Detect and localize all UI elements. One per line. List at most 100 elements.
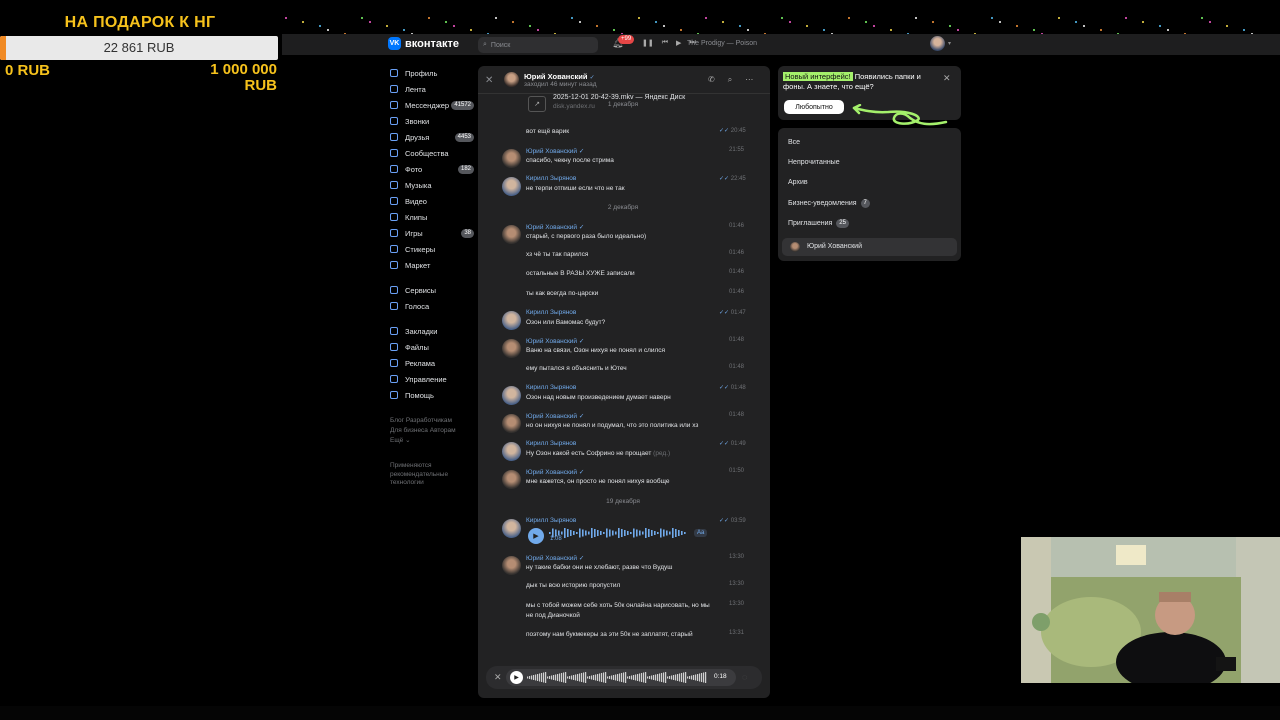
message-time: 01:46 — [729, 289, 744, 295]
footer-link[interactable]: Авторам — [430, 427, 456, 434]
recording-duration: 0:18 — [714, 673, 727, 680]
external-link-icon[interactable]: ↗ — [528, 96, 546, 112]
close-icon[interactable]: ✕ — [485, 75, 493, 86]
curious-button[interactable]: Любопытно — [784, 100, 844, 114]
sidebar-item[interactable]: Файлы — [390, 339, 480, 355]
avatar[interactable] — [502, 386, 521, 405]
avatar[interactable] — [502, 177, 521, 196]
sidebar-item[interactable]: Реклама — [390, 355, 480, 371]
sidebar-item[interactable]: Лента — [390, 81, 480, 97]
message-text: но он нихуя не понял и подумал, что это … — [526, 422, 699, 429]
read-check-icon: ✓✓ — [719, 441, 731, 447]
play-icon[interactable]: ▶ — [510, 671, 523, 684]
feed-icon — [390, 85, 398, 93]
sidebar-item[interactable]: Фото 182 — [390, 161, 480, 177]
time-text: 01:48 — [729, 364, 745, 370]
sidebar-item[interactable]: Стикеры — [390, 241, 480, 257]
sparkle — [915, 17, 917, 19]
sidebar-item-label: Закладки — [405, 326, 438, 336]
footer-link[interactable]: Разработчикам — [406, 417, 452, 424]
message-author[interactable]: Юрий Хованский ✓ — [526, 468, 584, 476]
search-icon[interactable]: ⌕ — [728, 75, 732, 85]
voice-play-button[interactable]: ▶ — [528, 528, 544, 544]
sidebar-item[interactable]: Голоса — [390, 298, 480, 314]
message-author[interactable]: Юрий Хованский ✓ — [526, 223, 584, 231]
message-time: ✓✓ 01:47 — [719, 309, 746, 316]
message-author[interactable]: Кирилл Зырянов — [526, 440, 576, 447]
date-overlay: 1 декабря — [607, 101, 639, 108]
prev-track-icon[interactable]: ⏮ — [662, 39, 668, 47]
message-time: 01:48 — [729, 364, 744, 370]
sidebar-item[interactable]: Профиль — [390, 65, 480, 81]
message-author[interactable]: Юрий Хованский ✓ — [526, 147, 584, 155]
avatar[interactable] — [502, 225, 521, 244]
search-input[interactable]: ⌕ Поиск — [478, 37, 598, 53]
avatar[interactable] — [502, 339, 521, 358]
chat-avatar[interactable] — [504, 72, 519, 87]
avatar[interactable] — [502, 311, 521, 330]
chat-filter-item[interactable]: Непрочитанные — [788, 159, 840, 166]
avatar[interactable] — [502, 149, 521, 168]
message-author[interactable]: Юрий Хованский ✓ — [526, 554, 584, 562]
sidebar-item[interactable]: Сервисы — [390, 282, 480, 298]
profile-avatar[interactable] — [930, 36, 945, 51]
file-title[interactable]: 2025-12-01 20-42-39.mkv — Яндекс Диск — [553, 94, 685, 101]
transcribe-button[interactable]: Aa — [694, 529, 708, 537]
sparkle — [386, 25, 388, 27]
close-icon[interactable]: ✕ — [943, 73, 951, 84]
sidebar-item[interactable]: Клипы — [390, 209, 480, 225]
pause-icon[interactable]: ❚❚ — [642, 39, 654, 47]
filter-label: Непрочитанные — [788, 159, 840, 166]
time-text: 13:30 — [729, 601, 745, 607]
chat-filter-item[interactable]: Архив — [788, 179, 808, 186]
search-icon: ⌕ — [483, 41, 487, 48]
chevron-down-icon[interactable]: ▾ — [948, 40, 951, 47]
message-author[interactable]: Кирилл Зырянов — [526, 175, 576, 182]
avatar[interactable] — [502, 414, 521, 433]
sidebar-item[interactable]: Звонки — [390, 113, 480, 129]
footer-link[interactable]: Блог — [390, 417, 404, 424]
recording-waveform[interactable] — [527, 672, 709, 683]
current-track[interactable]: The Prodigy — Poison — [687, 40, 757, 47]
message-author[interactable]: Кирилл Зырянов — [526, 384, 576, 391]
play-icon[interactable]: ▶ — [676, 39, 681, 47]
sidebar-item[interactable]: Игры 38 — [390, 225, 480, 241]
footer-link[interactable]: Ещё ⌄ — [390, 437, 411, 444]
message-author[interactable]: Кирилл Зырянов — [526, 309, 576, 316]
avatar[interactable] — [502, 470, 521, 489]
time-text: 21:55 — [729, 147, 745, 153]
chat-filter-item[interactable]: Приглашения 25 — [788, 219, 849, 228]
sidebar-item[interactable]: Закладки — [390, 323, 480, 339]
voice-waveform[interactable] — [549, 528, 689, 538]
sidebar-item[interactable]: Маркет — [390, 257, 480, 273]
more-icon[interactable]: ⋯ — [745, 75, 753, 85]
vk-logo[interactable]: VK вконтакте — [388, 37, 459, 50]
message-time: ✓✓ 01:48 — [719, 384, 746, 391]
chat-filter-item[interactable]: Все — [788, 139, 800, 146]
message-text: поэтому нам букмекеры за эти 50к не запл… — [526, 631, 693, 638]
chat-title[interactable]: Юрий Хованский ✓ — [524, 72, 595, 81]
avatar[interactable] — [502, 519, 521, 538]
sidebar-item[interactable]: Мессенджер 41572 — [390, 97, 480, 113]
message-text: дык ты всю историю пропустил — [526, 582, 621, 589]
message-author[interactable]: Кирилл Зырянов — [526, 517, 576, 524]
sidebar-item[interactable]: Сообщества — [390, 145, 480, 161]
sidebar-item[interactable]: Видео — [390, 193, 480, 209]
message-author[interactable]: Юрий Хованский ✓ — [526, 412, 584, 420]
message-author[interactable]: Юрий Хованский ✓ — [526, 337, 584, 345]
footer-link[interactable]: Для бизнеса — [390, 427, 428, 434]
send-icon[interactable]: ◌ — [742, 672, 747, 682]
message-text: спасибо, чекну после стрима — [526, 157, 614, 164]
sidebar-item[interactable]: Друзья 4453 — [390, 129, 480, 145]
chat-filter-item[interactable]: Бизнес-уведомления 7 — [788, 199, 870, 208]
sparkle — [428, 17, 430, 19]
sidebar-item[interactable]: Помощь — [390, 387, 480, 403]
notifications-badge: +99 — [618, 35, 635, 44]
sparkle — [1201, 17, 1203, 19]
avatar[interactable] — [502, 556, 521, 575]
sidebar-item[interactable]: Музыка — [390, 177, 480, 193]
cancel-recording-icon[interactable]: ✕ — [494, 672, 502, 683]
phone-icon[interactable]: ✆ — [708, 75, 715, 85]
sidebar-item[interactable]: Управление — [390, 371, 480, 387]
avatar[interactable] — [502, 442, 521, 461]
